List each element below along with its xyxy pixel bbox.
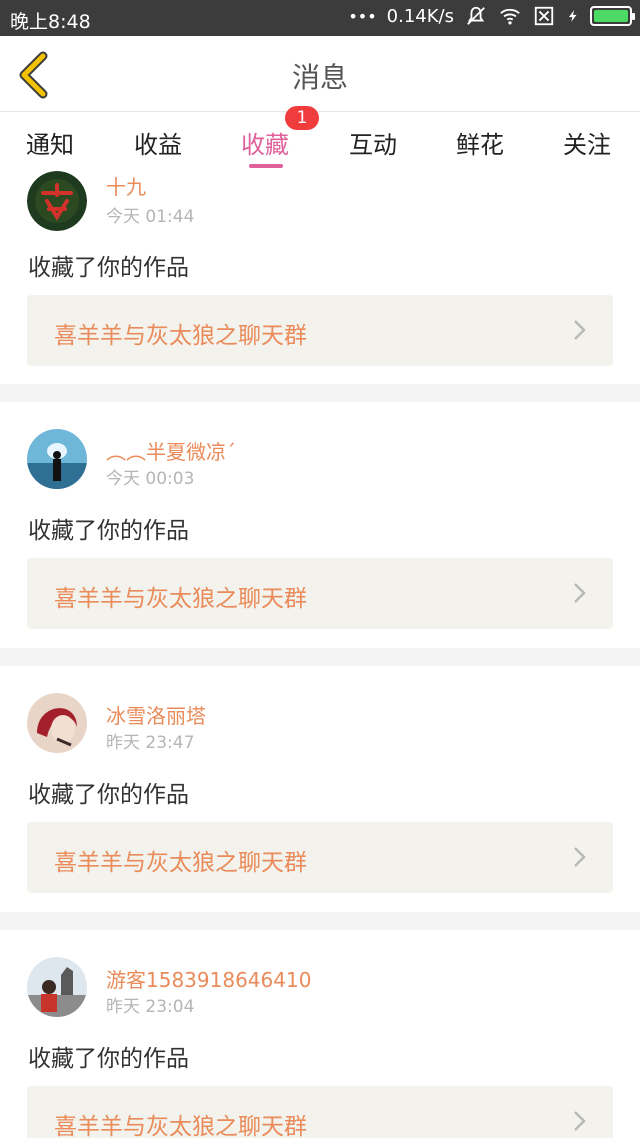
tab-notifications[interactable]: 通知 xyxy=(26,125,74,160)
list-item[interactable]: ︵︵半夏微凉ˊ 今天 00:03 收藏了你的作品 喜羊羊与灰太狼之聊天群 xyxy=(0,402,640,649)
avatar[interactable] xyxy=(27,693,87,753)
list-item[interactable]: 冰雪洛丽塔 昨天 23:47 收藏了你的作品 喜羊羊与灰太狼之聊天群 xyxy=(0,666,640,913)
favorites-feed[interactable]: 十九 今天 01:44 收藏了你的作品 喜羊羊与灰太狼之聊天群 ︵︵半夏微凉ˊ … xyxy=(0,171,640,1138)
unread-badge: 1 xyxy=(285,106,319,130)
work-link[interactable]: 喜羊羊与灰太狼之聊天群 xyxy=(27,822,613,893)
action-text: 收藏了你的作品 xyxy=(28,782,189,808)
list-item[interactable]: 十九 今天 01:44 收藏了你的作品 喜羊羊与灰太狼之聊天群 xyxy=(0,171,640,388)
action-text: 收藏了你的作品 xyxy=(28,518,189,544)
timestamp: 今天 00:03 xyxy=(106,469,195,489)
action-text: 收藏了你的作品 xyxy=(28,255,189,281)
work-title: 喜羊羊与灰太狼之聊天群 xyxy=(54,1114,307,1138)
work-title: 喜羊羊与灰太狼之聊天群 xyxy=(54,586,307,612)
network-speed: 0.14K/s xyxy=(386,5,454,27)
action-text: 收藏了你的作品 xyxy=(28,1046,189,1072)
user-name[interactable]: 十九 xyxy=(106,171,146,200)
chevron-right-icon xyxy=(574,320,586,340)
mute-icon xyxy=(467,6,485,25)
top-app-bar: 消息 xyxy=(0,36,640,112)
divider xyxy=(0,384,640,402)
work-link[interactable]: 喜羊羊与灰太狼之聊天群 xyxy=(27,295,613,366)
user-name[interactable]: ︵︵半夏微凉ˊ xyxy=(106,436,236,465)
work-title: 喜羊羊与灰太狼之聊天群 xyxy=(54,323,307,349)
timestamp: 昨天 23:47 xyxy=(106,733,195,753)
divider xyxy=(0,648,640,666)
work-link[interactable]: 喜羊羊与灰太狼之聊天群 xyxy=(27,1086,613,1138)
avatar-image xyxy=(27,429,87,489)
active-tab-indicator xyxy=(249,164,283,168)
tab-interactions[interactable]: 互动 xyxy=(349,125,397,160)
timestamp: 昨天 23:04 xyxy=(106,997,195,1017)
user-name[interactable]: 冰雪洛丽塔 xyxy=(106,700,206,729)
tab-flowers[interactable]: 鲜花 xyxy=(456,125,504,160)
list-item[interactable]: 游客1583918646410 昨天 23:04 收藏了你的作品 喜羊羊与灰太狼… xyxy=(0,930,640,1138)
status-time: 晚上8:48 xyxy=(10,11,91,33)
sim-off-icon xyxy=(534,6,554,26)
avatar[interactable] xyxy=(27,429,87,489)
work-title: 喜羊羊与灰太狼之聊天群 xyxy=(54,850,307,876)
chevron-right-icon xyxy=(574,847,586,867)
work-link[interactable]: 喜羊羊与灰太狼之聊天群 xyxy=(27,558,613,629)
message-tabs: 通知 收益 收藏 互动 鲜花 关注 xyxy=(0,113,640,171)
page-title: 消息 xyxy=(291,61,348,94)
avatar-image xyxy=(27,957,87,1017)
tab-following[interactable]: 关注 xyxy=(563,125,611,160)
status-icons: ••• 0.14K/s xyxy=(348,5,635,27)
avatar[interactable] xyxy=(27,171,87,231)
wifi-icon xyxy=(500,8,520,25)
tab-earnings[interactable]: 收益 xyxy=(134,125,182,160)
battery-fill xyxy=(594,10,628,22)
battery-icon xyxy=(590,6,635,26)
charging-icon xyxy=(568,10,577,22)
avatar-image xyxy=(27,171,87,231)
divider xyxy=(0,912,640,930)
timestamp: 今天 01:44 xyxy=(106,207,195,227)
more-dots-icon: ••• xyxy=(348,6,377,26)
tab-favorites[interactable]: 收藏 xyxy=(241,125,289,160)
user-name[interactable]: 游客1583918646410 xyxy=(106,964,311,993)
chevron-right-icon xyxy=(574,1111,586,1131)
chevron-right-icon xyxy=(574,583,586,603)
avatar[interactable] xyxy=(27,957,87,1017)
status-bar: 晚上8:48 ••• 0.14K/s xyxy=(0,0,640,36)
avatar-image xyxy=(27,693,87,753)
